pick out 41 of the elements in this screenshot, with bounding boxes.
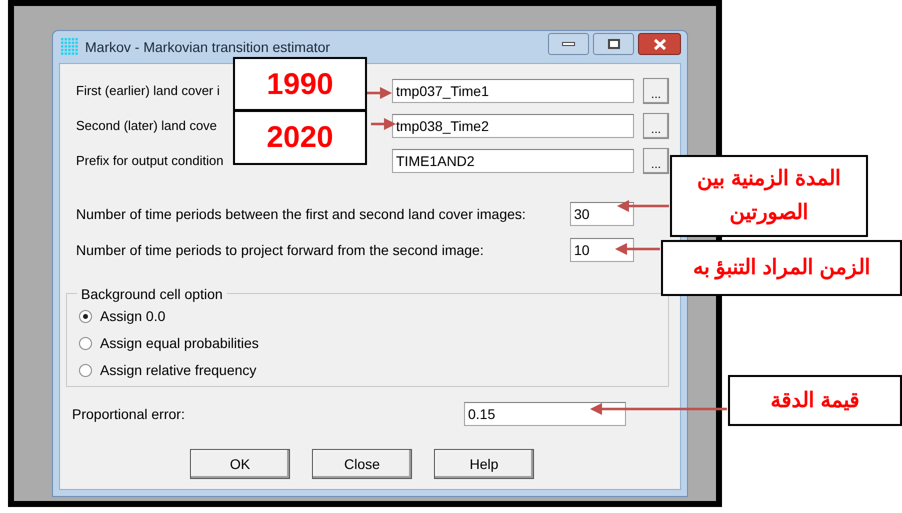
minimize-icon — [562, 42, 575, 46]
arrow — [617, 200, 669, 212]
radio-label: Assign equal probabilities — [100, 334, 259, 353]
window-title: Markov - Markovian transition estimator — [85, 38, 330, 56]
field-label: Number of time periods to project forward from the second image: — [76, 240, 485, 260]
maximize-icon — [608, 39, 620, 49]
field-label: Number of time periods between the first and second land cover images: — [76, 204, 527, 224]
radio-button[interactable] — [79, 364, 92, 377]
annotation-box: الزمن المراد التنبؤ به — [661, 240, 902, 296]
annotation-box: 2020 — [233, 110, 367, 165]
close-icon — [654, 38, 666, 50]
input-field[interactable]: TIME1AND2 — [392, 148, 634, 172]
browse-button[interactable]: ... — [643, 78, 669, 104]
field-label: Proportional error: — [72, 404, 186, 424]
dialog-button[interactable]: Help — [434, 449, 534, 479]
number-field[interactable]: 10 — [570, 238, 634, 262]
radio-label: Assign relative frequency — [100, 361, 256, 380]
input-field[interactable]: tmp038_Time2 — [392, 114, 634, 138]
input-field[interactable]: tmp037_Time1 — [392, 78, 634, 102]
arrow — [615, 243, 660, 255]
annotation-box: المدة الزمنية بين الصورتين — [670, 155, 868, 237]
number-field[interactable]: 30 — [570, 202, 634, 226]
radio-button[interactable] — [79, 337, 92, 350]
dialog-button[interactable]: OK — [190, 449, 290, 479]
arrow — [371, 118, 396, 130]
radio-button[interactable] — [79, 310, 92, 323]
radio-label: Assign 0.0 — [100, 307, 166, 326]
field-label: Prefix for output condition — [76, 153, 224, 168]
dialog-button[interactable]: Close — [312, 449, 412, 479]
arrow — [367, 87, 392, 99]
close-button[interactable] — [638, 33, 681, 55]
field-label: First (earlier) land cover i — [76, 83, 220, 98]
maximize-button[interactable] — [593, 33, 634, 55]
field-label: Second (later) land cove — [76, 118, 217, 133]
number-field[interactable]: 0.15 — [464, 402, 626, 426]
annotation-box: 1990 — [233, 57, 367, 111]
grid-icon — [61, 38, 79, 56]
browse-button[interactable]: ... — [643, 148, 669, 174]
annotation-box: قيمة الدقة — [728, 375, 902, 426]
browse-button[interactable]: ... — [643, 112, 669, 138]
minimize-button[interactable] — [548, 33, 589, 55]
